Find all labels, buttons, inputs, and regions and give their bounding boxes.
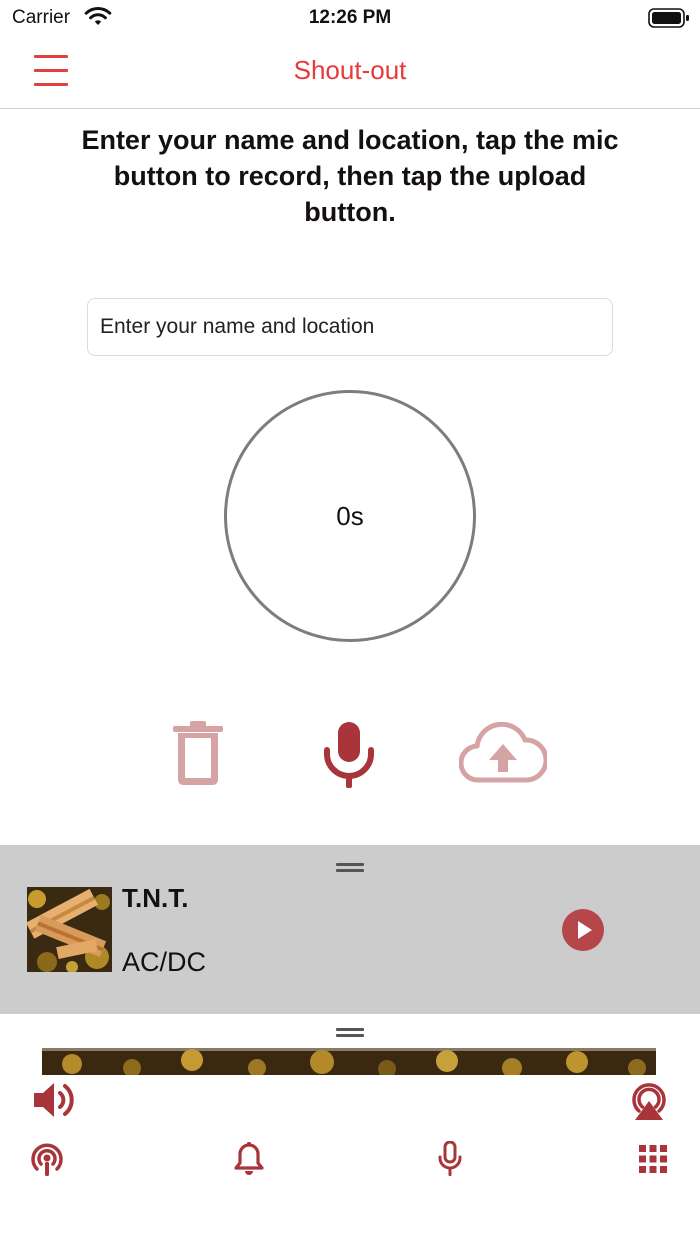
navigation-bar: Shout-out [0, 36, 700, 109]
instruction-text: Enter your name and location, tap the mi… [81, 125, 619, 227]
page-title: Shout-out [293, 55, 407, 85]
play-icon[interactable] [561, 908, 605, 952]
trash-icon[interactable] [172, 720, 224, 786]
airplay-icon[interactable] [627, 1079, 671, 1121]
status-time: 12:26 PM [308, 7, 392, 28]
bell-icon[interactable] [234, 1141, 264, 1177]
microphone-tab-icon[interactable] [437, 1141, 463, 1177]
track-artist: AC/DC [122, 947, 207, 977]
volume-icon[interactable] [32, 1080, 74, 1120]
battery-icon [648, 8, 689, 28]
microphone-icon[interactable] [321, 720, 377, 790]
cloud-upload-icon[interactable] [459, 722, 547, 784]
now-playing-panel[interactable]: T.N.T. AC/DC [0, 845, 700, 1014]
recording-timer-ring: 0s [224, 390, 476, 642]
podcast-icon[interactable] [29, 1141, 65, 1177]
album-art-strip [42, 1048, 656, 1075]
elapsed-time: 0s [336, 500, 364, 531]
grid-icon[interactable] [639, 1145, 667, 1173]
status-bar: Carrier 12:26 PM [0, 0, 700, 36]
album-art [27, 887, 112, 972]
drag-handle-icon[interactable] [336, 1028, 364, 1038]
name-location-input[interactable] [87, 298, 613, 356]
drag-handle-icon[interactable] [336, 863, 364, 873]
expanded-player-sheet[interactable] [0, 1014, 700, 1244]
track-title: T.N.T. [122, 883, 189, 913]
